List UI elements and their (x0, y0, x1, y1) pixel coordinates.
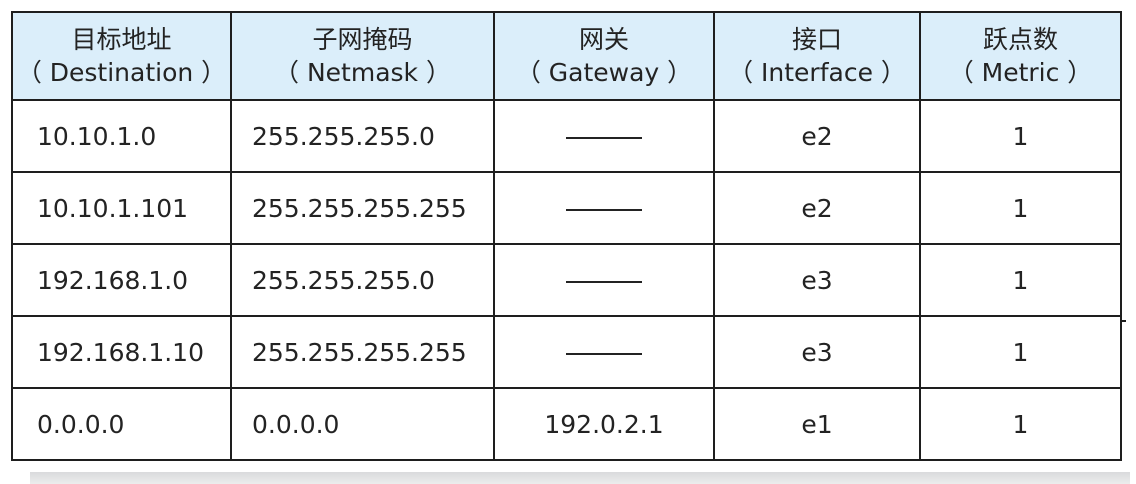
empty-dash (566, 136, 642, 139)
header-destination-zh: 目标地址 (71, 25, 172, 54)
header-netmask-zh: 子网掩码 (312, 25, 413, 54)
cell-metric: 1 (919, 99, 1122, 173)
cell-interface: e3 (713, 243, 921, 317)
routing-table: 目标地址 （ Destination ） 子网掩码 （ Netmask ） 网关… (11, 11, 1122, 461)
cell-destination: 192.168.1.0 (11, 243, 232, 317)
header-gateway-zh: 网关 (578, 25, 629, 54)
cell-destination: 10.10.1.0 (11, 99, 232, 173)
cell-interface: e3 (713, 315, 921, 389)
cell-interface: e2 (713, 99, 921, 173)
header-netmask: 子网掩码 （ Netmask ） (230, 11, 495, 101)
header-interface-zh: 接口 (791, 25, 842, 54)
cell-destination: 0.0.0.0 (11, 387, 232, 461)
table-row: 0.0.0.0 0.0.0.0 192.0.2.1 e1 1 (11, 387, 1122, 461)
header-metric-zh: 跃点数 (982, 25, 1058, 54)
cell-gateway: 192.0.2.1 (493, 387, 715, 461)
cell-gateway (493, 171, 715, 245)
header-destination: 目标地址 （ Destination ） (11, 11, 232, 101)
table-shadow (30, 472, 1130, 484)
header-gateway: 网关 （ Gateway ） (493, 11, 715, 101)
cell-interface: e2 (713, 171, 921, 245)
table-header-row: 目标地址 （ Destination ） 子网掩码 （ Netmask ） 网关… (11, 11, 1122, 101)
cell-netmask: 255.255.255.0 (230, 99, 495, 173)
cell-destination: 192.168.1.10 (11, 315, 232, 389)
empty-dash (566, 208, 642, 211)
header-interface-en: （ Interface ） (728, 58, 906, 87)
page: 目标地址 （ Destination ） 子网掩码 （ Netmask ） 网关… (0, 0, 1136, 484)
cell-destination: 10.10.1.101 (11, 171, 232, 245)
cell-netmask: 0.0.0.0 (230, 387, 495, 461)
header-metric-en: （ Metric ） (948, 58, 1093, 87)
empty-dash (566, 352, 642, 355)
cell-netmask: 255.255.255.255 (230, 315, 495, 389)
cell-metric: 1 (919, 243, 1122, 317)
header-metric: 跃点数 （ Metric ） (919, 11, 1122, 101)
cell-metric: 1 (919, 315, 1122, 389)
cell-gateway (493, 243, 715, 317)
cell-interface: e1 (713, 387, 921, 461)
cell-gateway (493, 99, 715, 173)
header-interface: 接口 （ Interface ） (713, 11, 921, 101)
cell-metric: 1 (919, 171, 1122, 245)
table-row: 192.168.1.10 255.255.255.255 e3 1 (11, 315, 1122, 389)
header-gateway-en: （ Gateway ） (515, 58, 693, 87)
header-netmask-en: （ Netmask ） (274, 58, 451, 87)
cell-gateway (493, 315, 715, 389)
header-destination-en: （ Destination ） (16, 58, 227, 87)
table-row: 10.10.1.0 255.255.255.0 e2 1 (11, 99, 1122, 173)
table-row: 192.168.1.0 255.255.255.0 e3 1 (11, 243, 1122, 317)
table-row: 10.10.1.101 255.255.255.255 e2 1 (11, 171, 1122, 245)
cell-netmask: 255.255.255.0 (230, 243, 495, 317)
border-tick (1120, 320, 1126, 322)
cell-netmask: 255.255.255.255 (230, 171, 495, 245)
cell-metric: 1 (919, 387, 1122, 461)
empty-dash (566, 280, 642, 283)
